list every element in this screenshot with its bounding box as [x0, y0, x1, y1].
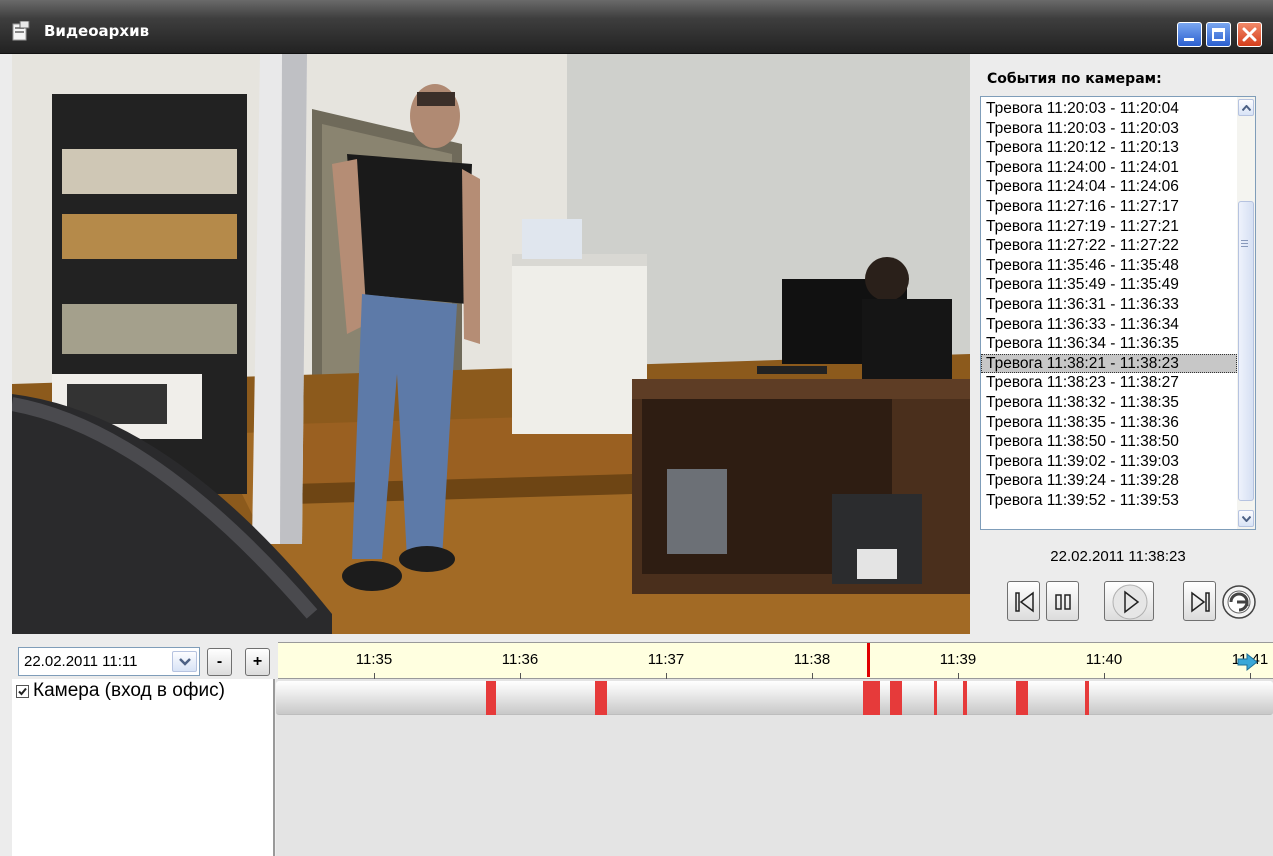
- skip-end-icon: [1191, 591, 1210, 613]
- event-mark[interactable]: [962, 681, 968, 715]
- video-frame[interactable]: [12, 54, 970, 634]
- chevron-up-icon: [1242, 105, 1251, 111]
- chevron-down-icon: [179, 658, 191, 666]
- skip-start-icon: [1015, 591, 1034, 613]
- window-title: Видеоархив: [44, 22, 150, 40]
- title-bar[interactable]: Видеоархив: [0, 0, 1273, 54]
- event-list-item[interactable]: Тревога 11:38:21 - 11:38:23: [981, 353, 1237, 374]
- play-button[interactable]: [1104, 581, 1154, 621]
- event-mark[interactable]: [1084, 681, 1089, 715]
- event-list-item[interactable]: Тревога 11:36:34 - 11:36:35: [981, 334, 1237, 354]
- camera-checkbox[interactable]: [16, 685, 29, 698]
- date-value: 22.02.2011 11:11: [24, 653, 138, 670]
- scroll-right-icon[interactable]: [1234, 652, 1260, 672]
- events-list[interactable]: Тревога 11:20:03 - 11:20:04 Тревога 11:20…: [980, 96, 1256, 530]
- minimize-icon: [1184, 38, 1194, 41]
- maximize-button[interactable]: [1206, 22, 1231, 47]
- chevron-down-icon: [1242, 516, 1251, 522]
- event-list-item[interactable]: Тревога 11:39:02 - 11:39:03: [981, 452, 1237, 472]
- app-icon: [12, 21, 30, 41]
- time-ruler[interactable]: 11:4111:4011:3911:3811:3711:3611:35: [278, 642, 1273, 679]
- ruler-tick-label: 11:39: [939, 651, 977, 668]
- event-list-item[interactable]: Тревога 11:38:50 - 11:38:50: [981, 432, 1237, 452]
- maximize-icon: [1212, 28, 1225, 41]
- minimize-button[interactable]: [1177, 22, 1202, 47]
- zoom-in-button[interactable]: +: [245, 648, 270, 676]
- event-list-item[interactable]: Тревога 11:38:35 - 11:38:36: [981, 413, 1237, 433]
- event-list-item[interactable]: Тревога 11:27:16 - 11:27:17: [981, 197, 1237, 217]
- events-items: Тревога 11:20:03 - 11:20:04 Тревога 11:20…: [981, 99, 1237, 510]
- event-mark[interactable]: [867, 681, 880, 715]
- time-cursor[interactable]: [866, 643, 870, 677]
- close-button[interactable]: [1237, 22, 1262, 47]
- event-mark[interactable]: [493, 681, 497, 715]
- event-mark[interactable]: [602, 681, 608, 715]
- event-list-item[interactable]: Тревога 11:24:00 - 11:24:01: [981, 158, 1237, 178]
- event-list-item[interactable]: Тревога 11:36:31 - 11:36:33: [981, 295, 1237, 315]
- checkmark-icon: [18, 687, 27, 696]
- play-icon: [1112, 584, 1148, 620]
- event-list-item[interactable]: Тревога 11:35:46 - 11:35:48: [981, 256, 1237, 276]
- pause-icon: [1055, 594, 1071, 610]
- camera-list: Камера (вход в офис): [12, 679, 275, 856]
- event-list-item[interactable]: Тревога 11:20:03 - 11:20:03: [981, 119, 1237, 139]
- event-list-item[interactable]: Тревога 11:27:19 - 11:27:21: [981, 217, 1237, 237]
- date-select[interactable]: 22.02.2011 11:11: [18, 647, 200, 676]
- camera-image: [12, 54, 970, 634]
- event-mark[interactable]: [933, 681, 937, 715]
- pause-button[interactable]: [1046, 581, 1079, 621]
- event-list-item[interactable]: Тревога 11:39:52 - 11:39:53: [981, 491, 1237, 511]
- event-mark[interactable]: [485, 681, 493, 715]
- event-list-item[interactable]: Тревога 11:38:32 - 11:38:35: [981, 393, 1237, 413]
- last-frame-button[interactable]: [1183, 581, 1216, 621]
- event-list-item[interactable]: Тревога 11:38:23 - 11:38:27: [981, 373, 1237, 393]
- event-list-item[interactable]: Тревога 11:39:24 - 11:39:28: [981, 471, 1237, 491]
- scroll-grip-icon: [1241, 240, 1248, 248]
- events-scrollbar[interactable]: [1237, 97, 1255, 529]
- event-list-item[interactable]: Тревога 11:27:22 - 11:27:22: [981, 236, 1237, 256]
- video-archive-window: Видеоархив События по камерам: Тревога 1…: [0, 0, 1273, 856]
- date-dropdown-button[interactable]: [172, 651, 197, 672]
- event-list-item[interactable]: Тревога 11:20:03 - 11:20:04: [981, 99, 1237, 119]
- event-list-item[interactable]: Тревога 11:35:49 - 11:35:49: [981, 275, 1237, 295]
- events-panel-title: События по камерам:: [987, 71, 1162, 87]
- first-frame-button[interactable]: [1007, 581, 1040, 621]
- ruler-tick-label: 11:38: [793, 651, 831, 668]
- event-track-area: [276, 679, 1273, 856]
- close-icon: [1242, 27, 1257, 42]
- event-list-item[interactable]: Тревога 11:24:04 - 11:24:06: [981, 177, 1237, 197]
- event-mark[interactable]: [897, 681, 902, 715]
- event-list-item[interactable]: Тревога 11:36:33 - 11:36:34: [981, 315, 1237, 335]
- scroll-up-button[interactable]: [1238, 99, 1254, 116]
- scroll-down-button[interactable]: [1238, 510, 1254, 527]
- ruler-tick-label: 11:37: [647, 651, 685, 668]
- event-mark[interactable]: [1016, 681, 1029, 715]
- camera-label: Камера (вход в офис): [33, 680, 225, 701]
- ruler-tick-label: 11:36: [501, 651, 539, 668]
- event-list-item[interactable]: Тревога 11:20:12 - 11:20:13: [981, 138, 1237, 158]
- playback-time: 22.02.2011 11:38:23: [1050, 548, 1186, 565]
- ruler-tick-label: 11:40: [1085, 651, 1123, 668]
- ruler-tick-label: 11:35: [355, 651, 393, 668]
- event-track[interactable]: [276, 681, 1273, 715]
- zoom-out-button[interactable]: -: [207, 648, 232, 676]
- loop-icon[interactable]: [1221, 584, 1257, 620]
